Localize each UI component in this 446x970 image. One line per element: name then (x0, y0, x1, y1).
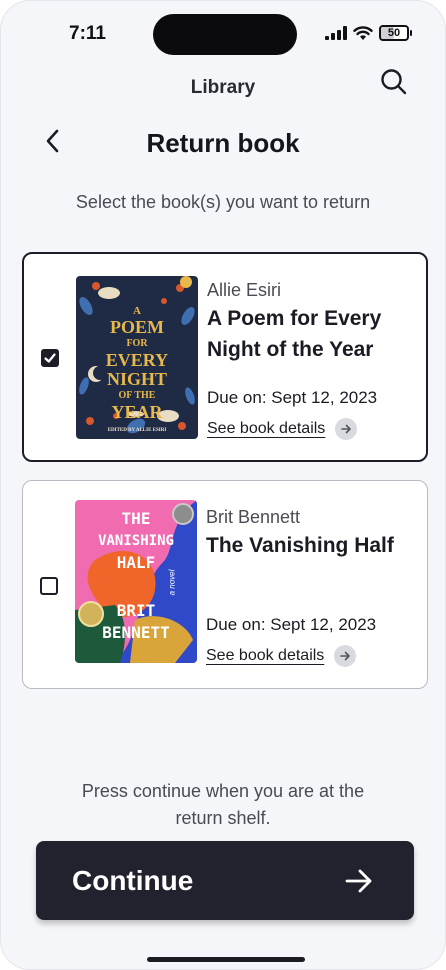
arrow-right-icon[interactable] (334, 645, 357, 667)
poem-cover-text: A POEM FOR EVERY NIGHT OF THE YEAR EDITE… (105, 305, 169, 433)
status-time: 7:11 (69, 23, 106, 44)
book-cover-poem: A POEM FOR EVERY NIGHT OF THE YEAR EDITE… (76, 276, 198, 439)
signal-icon (325, 26, 347, 40)
book-title: A Poem for Every Night of the Year (207, 307, 382, 361)
book-title: The Vanishing Half (206, 534, 394, 557)
see-details-label[interactable]: See book details (207, 420, 325, 438)
return-shelf-note: Press continue when you are at the retur… (81, 781, 365, 828)
vanishing-tagline: a novel (167, 569, 177, 596)
search-icon (381, 69, 407, 95)
due-date: Due on: Sept 12, 2023 (206, 615, 377, 634)
continue-label[interactable]: Continue (72, 865, 193, 897)
vanishing-cover-text: THE VANISHING HALF (98, 509, 174, 572)
book-author: Allie Esiri (207, 280, 282, 300)
phone-screen: 7:11 50 Library Return book Select the b… (0, 0, 446, 970)
book-cover-vanishing-half: THE VANISHING HALF a novel BRIT BENNETT (75, 500, 197, 663)
dynamic-island (153, 14, 297, 55)
instructions-text: Select the book(s) you want to return (75, 192, 371, 212)
search-button[interactable] (379, 67, 409, 97)
due-date: Due on: Sept 12, 2023 (207, 388, 378, 407)
page-title: Return book (146, 128, 300, 158)
battery-icon: 50 (379, 25, 412, 41)
book-info-vanishing-half: Brit Bennett The Vanishing Half (206, 507, 417, 561)
book-card-poem[interactable]: A POEM FOR EVERY NIGHT OF THE YEAR EDITE… (22, 252, 428, 462)
book-checkbox-vanishing-half[interactable] (40, 577, 58, 595)
see-details-label[interactable]: See book details (206, 647, 324, 665)
home-indicator (147, 957, 305, 962)
arrow-right-icon[interactable] (335, 418, 358, 440)
see-details-link-vanishing-half[interactable]: See book details (206, 645, 357, 667)
battery-level: 50 (387, 27, 401, 39)
wifi-icon (353, 25, 373, 40)
checkmark-icon (44, 353, 56, 363)
book-card-vanishing-half[interactable]: THE VANISHING HALF a novel BRIT BENNETT … (22, 480, 428, 689)
arrow-right-icon[interactable] (344, 866, 374, 896)
continue-button[interactable]: Continue (36, 841, 414, 920)
book-checkbox-poem[interactable] (41, 349, 59, 367)
see-details-link-poem[interactable]: See book details (207, 418, 358, 440)
book-author: Brit Bennett (206, 507, 301, 527)
vanishing-cover-author: BRIT BENNETT (102, 601, 170, 642)
book-info-poem: Allie Esiri A Poem for Every Night of th… (207, 280, 416, 365)
status-icons: 50 (325, 25, 412, 41)
